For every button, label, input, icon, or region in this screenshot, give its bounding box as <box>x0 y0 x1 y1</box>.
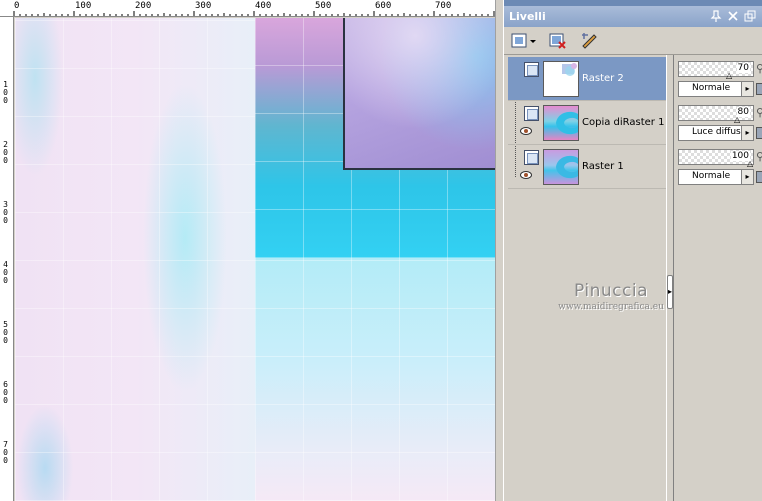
raster-2-frame <box>343 18 495 170</box>
layers-toolbar <box>504 27 762 55</box>
layer-thumbnail <box>543 105 579 141</box>
chevron-right-icon[interactable]: ▸ <box>741 126 753 140</box>
image-left-panel <box>15 18 255 501</box>
link-icon[interactable]: ⚲ <box>756 151 762 163</box>
watermark: Pinuccia www.maidiregrafica.eu <box>546 281 676 312</box>
ruler-label: 5 0 0 <box>3 320 8 345</box>
close-icon[interactable] <box>727 10 739 22</box>
layer-properties: △ 70 ⚲ Normale ▸ △ 80 ⚲ Luce diffusa ▸ △… <box>675 57 762 501</box>
blend-mode-value: Normale <box>692 171 731 181</box>
watermark-url: www.maidiregrafica.eu <box>558 302 664 312</box>
opacity-slider[interactable]: △ 80 <box>678 105 754 124</box>
blend-mode-value: Normale <box>692 83 731 93</box>
opacity-marker[interactable]: △ <box>734 116 740 124</box>
layer-thumbnail <box>543 61 579 97</box>
canvas-scrollbar[interactable] <box>495 0 503 501</box>
blend-mode-value: Luce diffusa <box>692 127 747 137</box>
watermark-name: Pinuccia <box>574 281 648 301</box>
layer-list: Raster 2 Copia diRaster 1 Raster 1 Pinuc… <box>508 57 671 501</box>
layer-name: Raster 2 <box>582 73 624 84</box>
restore-icon[interactable] <box>744 10 756 22</box>
blend-mode-select[interactable]: Normale ▸ <box>678 169 754 185</box>
opacity-value: 70 <box>736 63 750 73</box>
image-canvas[interactable] <box>15 18 495 501</box>
image-bottom-right-panel <box>255 258 495 501</box>
opacity-value: 80 <box>736 107 750 117</box>
layer-row-copia-diraster-1[interactable]: Copia diRaster 1 <box>508 101 666 145</box>
raster-layer-icon <box>524 150 539 165</box>
ruler-ticks <box>13 11 495 16</box>
layer-props-raster-2: △ 70 ⚲ Normale ▸ <box>676 57 762 101</box>
raster-layer-icon <box>524 62 539 77</box>
lock-icon[interactable] <box>756 83 762 95</box>
layer-name: Copia diRaster 1 <box>582 117 665 128</box>
lock-icon[interactable] <box>756 171 762 183</box>
horizontal-ruler: 0 100 200 300 400 500 600 700 <box>0 0 500 17</box>
opacity-slider[interactable]: △ 70 <box>678 61 754 80</box>
raster-layer-icon <box>524 106 539 121</box>
link-icon[interactable]: ⚲ <box>756 63 762 75</box>
ruler-label: 3 0 0 <box>3 200 8 225</box>
ruler-label: 1 0 0 <box>3 80 8 105</box>
new-layer-icon[interactable] <box>510 31 538 51</box>
eye-icon[interactable] <box>520 125 532 135</box>
palette-title: Livelli <box>509 10 546 23</box>
ruler-label: 4 0 0 <box>3 260 8 285</box>
layers-palette: Livelli Raster 2 Copia diRaster 1 Raster… <box>503 0 762 501</box>
layer-props-raster-1: △ 100 ⚲ Normale ▸ <box>676 145 762 189</box>
palette-titlebar[interactable]: Livelli <box>504 6 762 27</box>
ruler-label: 7 0 0 <box>3 440 8 465</box>
layer-row-raster-1[interactable]: Raster 1 <box>508 145 666 189</box>
opacity-value: 100 <box>730 151 750 161</box>
image-top-right-panel <box>255 18 495 258</box>
ruler-label: 2 0 0 <box>3 140 8 165</box>
layer-name: Raster 1 <box>582 161 624 172</box>
opacity-marker[interactable]: △ <box>747 160 753 168</box>
blend-mode-select[interactable]: Normale ▸ <box>678 81 754 97</box>
blend-mode-select[interactable]: Luce diffusa ▸ <box>678 125 754 141</box>
ruler-label: 6 0 0 <box>3 380 8 405</box>
opacity-marker[interactable]: △ <box>726 72 732 80</box>
link-icon[interactable]: ⚲ <box>756 107 762 119</box>
vertical-ruler: 1 0 0 2 0 0 3 0 0 4 0 0 5 0 0 6 0 0 7 0 … <box>0 17 14 501</box>
palette-splitter[interactable]: ▸ <box>666 55 674 501</box>
layer-row-raster-2[interactable]: Raster 2 <box>508 57 666 101</box>
chevron-right-icon[interactable]: ▸ <box>741 82 753 96</box>
delete-layer-icon[interactable] <box>548 31 568 51</box>
pin-icon[interactable] <box>710 10 722 22</box>
layer-props-copia-diraster-1: △ 80 ⚲ Luce diffusa ▸ <box>676 101 762 145</box>
chevron-right-icon[interactable]: ▸ <box>741 170 753 184</box>
opacity-slider[interactable]: △ 100 <box>678 149 754 168</box>
layer-thumbnail <box>543 149 579 185</box>
lock-icon[interactable] <box>756 127 762 139</box>
edit-layer-icon[interactable] <box>580 31 600 51</box>
collapse-arrow-icon[interactable]: ▸ <box>667 275 673 309</box>
eye-icon[interactable] <box>520 169 532 179</box>
